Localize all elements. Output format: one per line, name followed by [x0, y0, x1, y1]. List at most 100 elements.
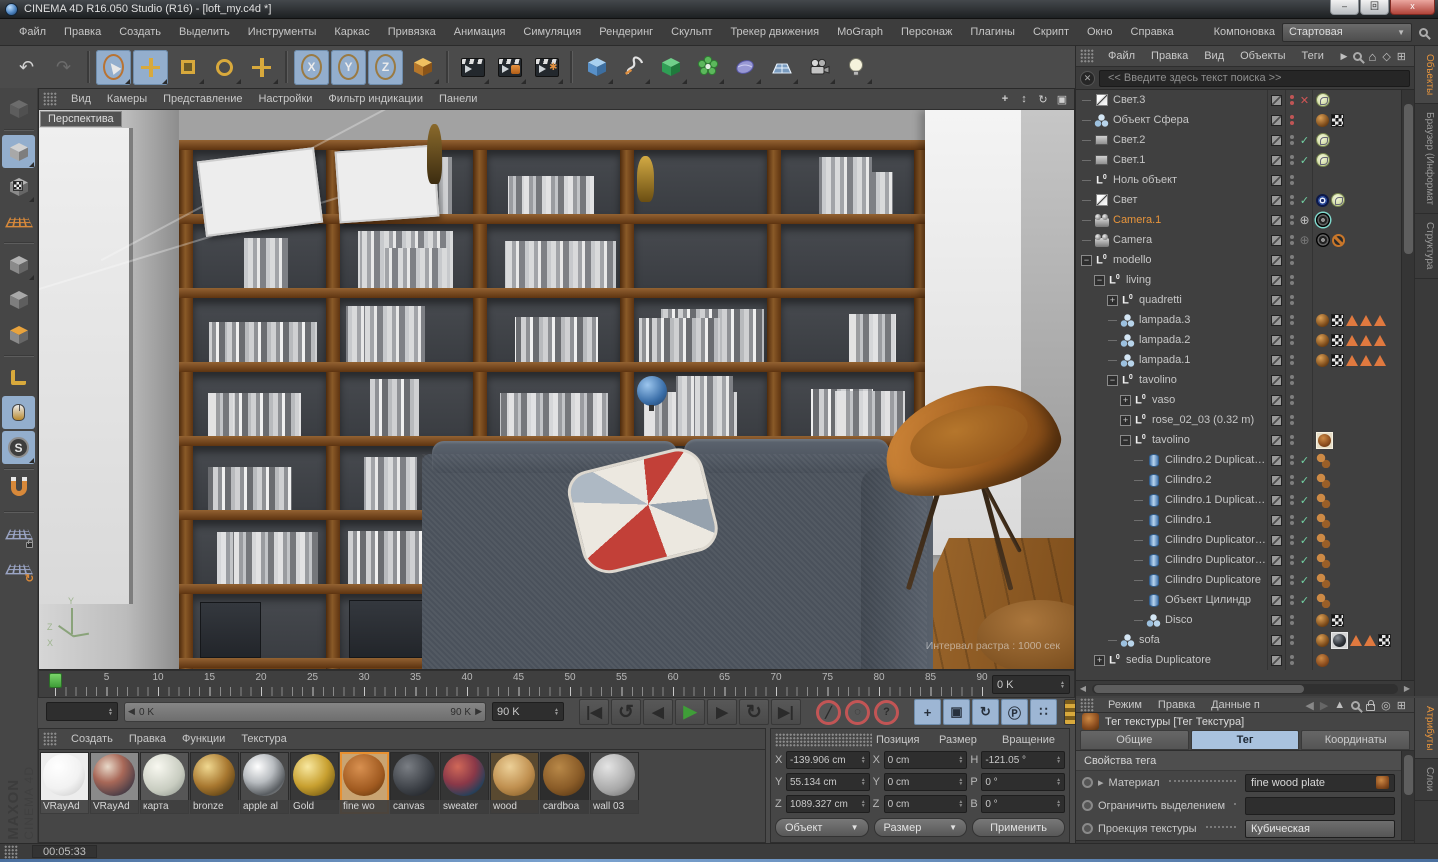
object-name[interactable]: sedia Duplicatore	[1123, 654, 1267, 666]
tree-row[interactable]: Cilindro Duplicatore✓	[1076, 570, 1414, 590]
visibility-toggles[interactable]	[1285, 310, 1297, 330]
layer-toggle[interactable]	[1267, 630, 1285, 650]
material-phong-tags[interactable]	[1316, 473, 1331, 488]
clear-search-icon[interactable]: ✕	[1080, 71, 1095, 86]
tree-row[interactable]: L0Ноль объект	[1076, 170, 1414, 190]
search-icon[interactable]	[1351, 701, 1360, 710]
menu-item[interactable]: Трекер движения	[721, 26, 828, 38]
model-mode-button[interactable]	[2, 135, 35, 168]
layer-toggle[interactable]	[1267, 590, 1285, 610]
enable-axis-button[interactable]	[2, 361, 35, 394]
visibility-toggles[interactable]	[1285, 430, 1297, 450]
protection-tag[interactable]	[1332, 234, 1345, 247]
uvw-tag[interactable]	[1378, 634, 1391, 647]
enable-state-icon[interactable]: ✓	[1297, 494, 1312, 507]
menu-item[interactable]: Анимация	[445, 26, 515, 38]
render-picture-viewer-button[interactable]	[492, 50, 527, 85]
enable-state-icon[interactable]: ✓	[1297, 474, 1312, 487]
menu-item[interactable]: Вид	[63, 93, 99, 105]
object-name[interactable]: Camera	[1110, 234, 1267, 246]
play-button[interactable]: ▶	[675, 699, 705, 725]
visibility-toggles[interactable]	[1285, 410, 1297, 430]
stepper-icon[interactable]: ▲▼	[861, 778, 866, 786]
menu-item[interactable]: Справка	[1122, 26, 1183, 38]
menu-item[interactable]: Привязка	[379, 26, 445, 38]
layer-toggle[interactable]	[1267, 610, 1285, 630]
layer-toggle[interactable]	[1267, 330, 1285, 350]
object-name[interactable]: quadretti	[1136, 294, 1267, 306]
visibility-toggles[interactable]	[1285, 190, 1297, 210]
coordinate-system-toggle[interactable]	[405, 50, 440, 85]
light-tag[interactable]	[1316, 133, 1330, 147]
light-tag[interactable]	[1316, 93, 1330, 107]
tree-row[interactable]: +L0rose_02_03 (0.32 m)	[1076, 410, 1414, 430]
object-name[interactable]: rose_02_03 (0.32 m)	[1149, 414, 1267, 426]
rotation-field[interactable]: 0 °▲▼	[981, 795, 1065, 813]
tree-row[interactable]: +L0vaso	[1076, 390, 1414, 410]
light-tag[interactable]	[1331, 193, 1345, 207]
material-link-icon[interactable]	[1376, 776, 1389, 789]
tree-row[interactable]: lampada.2	[1076, 330, 1414, 350]
visibility-toggles[interactable]	[1285, 150, 1297, 170]
enable-state-icon[interactable]: ✓	[1297, 194, 1312, 207]
rotation-field[interactable]: -121.05 °▲▼	[981, 751, 1065, 769]
visibility-toggles[interactable]	[1285, 590, 1297, 610]
tree-row[interactable]: Объект Сфера	[1076, 110, 1414, 130]
visibility-toggles[interactable]	[1285, 230, 1297, 250]
visibility-toggles[interactable]	[1285, 250, 1297, 270]
material-tag[interactable]	[1316, 114, 1329, 127]
panel-grip-icon[interactable]	[1080, 698, 1094, 712]
layer-toggle[interactable]	[1267, 550, 1285, 570]
expander-icon[interactable]: +	[1119, 395, 1132, 406]
menu-item[interactable]: Персонаж	[892, 26, 961, 38]
home-icon[interactable]: ⌂	[1368, 49, 1376, 64]
field-value-link[interactable]: fine wood plate	[1245, 774, 1395, 792]
menu-item[interactable]: Камеры	[99, 93, 155, 105]
selection-tag[interactable]	[1360, 335, 1372, 346]
selection-tag[interactable]	[1350, 635, 1362, 646]
expander-icon[interactable]: −	[1106, 375, 1119, 386]
visibility-toggles[interactable]	[1285, 550, 1297, 570]
ruler-frame-spinner[interactable]: 0 K▲▼	[992, 675, 1070, 694]
add-spline-button[interactable]	[616, 50, 651, 85]
go-to-start-button[interactable]: |◀	[579, 699, 609, 725]
stepper-icon[interactable]: ▲▼	[1056, 778, 1061, 786]
pla-key-toggle[interactable]: ∷	[1030, 699, 1057, 725]
tree-horizontal-scrollbar[interactable]: ◀▶	[1076, 680, 1414, 696]
menu-item[interactable]: Текстура	[233, 733, 294, 745]
material-tag[interactable]	[1316, 334, 1329, 347]
layer-toggle[interactable]	[1267, 110, 1285, 130]
autokey-toggle[interactable]: ◌	[845, 700, 870, 725]
go-to-previous-key-button[interactable]: ↺	[611, 699, 641, 725]
object-name[interactable]: Cilindro.1 Duplicatore	[1162, 494, 1267, 506]
material-phong-tags[interactable]	[1316, 513, 1331, 528]
menu-item[interactable]: Создать	[110, 26, 170, 38]
add-camera-button[interactable]	[801, 50, 836, 85]
layer-toggle[interactable]	[1267, 270, 1285, 290]
current-frame-spinner[interactable]: ▲▼	[46, 702, 118, 721]
size-mode-select[interactable]: Размер▼	[874, 818, 968, 837]
layer-toggle[interactable]	[1267, 190, 1285, 210]
object-name[interactable]: Cilindro.2 Duplicatore	[1162, 454, 1267, 466]
visibility-toggles[interactable]	[1285, 130, 1297, 150]
object-name[interactable]: Объект Сфера	[1110, 114, 1267, 126]
size-field[interactable]: 0 cm▲▼	[884, 795, 968, 813]
attr-vertical-scrollbar[interactable]	[1401, 751, 1414, 840]
size-field[interactable]: 0 cm▲▼	[884, 773, 968, 791]
menu-item[interactable]: Режим	[1100, 699, 1150, 711]
layer-toggle[interactable]	[1267, 290, 1285, 310]
menu-item[interactable]: Вид	[1196, 50, 1232, 62]
layer-toggle[interactable]	[1267, 250, 1285, 270]
visibility-toggles[interactable]	[1285, 330, 1297, 350]
panel-grip-icon[interactable]	[775, 733, 872, 747]
visibility-toggles[interactable]	[1285, 650, 1297, 670]
visibility-toggles[interactable]	[1285, 390, 1297, 410]
viewport-pan-icon[interactable]: +	[997, 91, 1013, 107]
enable-state-icon[interactable]: ⊕	[1297, 213, 1312, 227]
tree-vertical-scrollbar[interactable]	[1401, 90, 1414, 680]
tree-row[interactable]: Disco	[1076, 610, 1414, 630]
tree-row[interactable]: Cilindro.2✓	[1076, 470, 1414, 490]
selection-tag[interactable]	[1346, 315, 1358, 326]
object-name[interactable]: modello	[1110, 254, 1267, 266]
last-used-tool[interactable]	[244, 50, 279, 85]
